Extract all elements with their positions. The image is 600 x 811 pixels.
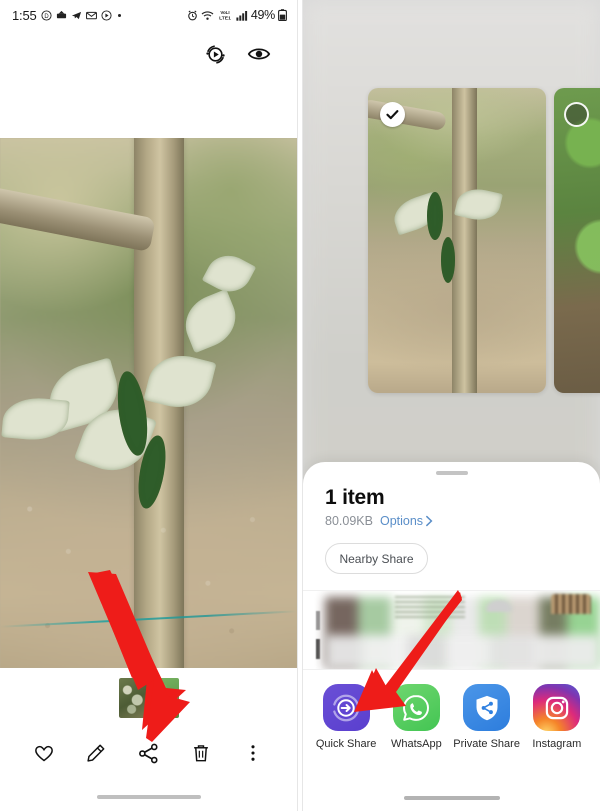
motion-photo-icon[interactable] bbox=[203, 42, 228, 67]
gesture-bar-right bbox=[403, 796, 500, 800]
instagram-label: Instagram bbox=[532, 738, 582, 750]
dnd-icon: D bbox=[40, 9, 52, 21]
preview-photo-1[interactable] bbox=[368, 88, 546, 393]
volte-label: VoLI LTE1 bbox=[217, 9, 233, 21]
eye-icon[interactable] bbox=[246, 42, 271, 67]
chevron-right-icon bbox=[426, 515, 433, 527]
play-circle-icon bbox=[100, 9, 112, 21]
status-bar-clock: 1:55 bbox=[12, 7, 37, 23]
private-share-icon bbox=[463, 684, 511, 731]
delete-button[interactable] bbox=[186, 738, 216, 768]
signal-bars-icon bbox=[236, 10, 248, 21]
share-target-quick-share[interactable]: Quick Share bbox=[313, 684, 379, 768]
options-label: Options bbox=[379, 514, 424, 528]
gesture-bar-left bbox=[96, 795, 201, 799]
contacts-side-marks bbox=[316, 611, 320, 659]
right-phone-screen: 1 item 80.09KB Options Nearby Share Quic… bbox=[303, 0, 600, 811]
photo-soil-texture bbox=[0, 138, 297, 668]
preview-trunk bbox=[451, 88, 477, 393]
share-button[interactable] bbox=[133, 738, 163, 768]
file-size-label: 80.09KB bbox=[325, 514, 373, 528]
whatsapp-icon bbox=[392, 684, 440, 731]
battery-icon bbox=[278, 9, 287, 21]
options-button[interactable]: Options bbox=[380, 514, 434, 528]
share-sheet: 1 item 80.09KB Options Nearby Share Quic… bbox=[303, 462, 600, 811]
empty-circle-icon[interactable] bbox=[564, 102, 589, 127]
contacts-blurred-text bbox=[395, 596, 465, 620]
instagram-icon bbox=[533, 684, 581, 731]
nearby-share-label: Nearby Share bbox=[339, 551, 414, 566]
status-bar-right: VoLI LTE1 49% bbox=[187, 8, 287, 22]
whatsapp-label: WhatsApp bbox=[391, 738, 442, 750]
contacts-blur-bottom bbox=[325, 635, 600, 669]
blurred-contacts-row[interactable] bbox=[303, 590, 600, 670]
thumbnail-1[interactable] bbox=[116, 676, 149, 720]
contacts-blurred-avatar-a bbox=[481, 596, 517, 612]
thumbnail-2[interactable] bbox=[150, 678, 179, 718]
quick-share-label: Quick Share bbox=[315, 738, 377, 750]
share-sheet-title: 1 item bbox=[325, 486, 385, 509]
share-sheet-subtitle: 80.09KB Options bbox=[303, 510, 600, 528]
battery-percent: 49% bbox=[250, 8, 275, 22]
check-icon[interactable] bbox=[380, 102, 405, 127]
preview-photo-2[interactable] bbox=[554, 88, 600, 393]
status-bar: 1:55 D VoLI LTE1 49% bbox=[0, 0, 297, 30]
wifi-icon bbox=[201, 10, 214, 21]
more-options-button[interactable] bbox=[238, 738, 268, 768]
svg-text:D: D bbox=[44, 13, 48, 19]
screen-record-icon bbox=[56, 10, 67, 21]
viewer-top-bar bbox=[0, 30, 297, 78]
preview-leaf bbox=[426, 191, 443, 241]
bottom-toolbar bbox=[0, 724, 297, 782]
telegram-icon bbox=[71, 10, 82, 21]
contacts-blurred-avatar-b bbox=[551, 594, 591, 614]
share-apps-row: Quick Share WhatsApp Private Share Insta… bbox=[303, 678, 600, 768]
quick-share-icon bbox=[322, 684, 370, 731]
share-target-private-share[interactable]: Private Share bbox=[453, 684, 520, 768]
status-bar-left: 1:55 D bbox=[12, 8, 123, 23]
nearby-share-button[interactable]: Nearby Share bbox=[325, 543, 428, 574]
share-target-instagram[interactable]: Instagram bbox=[524, 684, 590, 768]
dot-icon bbox=[116, 12, 123, 19]
private-share-label: Private Share bbox=[453, 738, 520, 750]
preview-photo-row bbox=[303, 88, 600, 398]
left-phone-screen: 1:55 D VoLI LTE1 49% bbox=[0, 0, 297, 811]
dual-screenshot-container: 1:55 D VoLI LTE1 49% 1 item 80.09KB Opti… bbox=[0, 0, 600, 811]
thumbnail-strip[interactable] bbox=[0, 672, 297, 724]
share-target-whatsapp[interactable]: WhatsApp bbox=[383, 684, 449, 768]
svg-text:LTE1: LTE1 bbox=[219, 15, 231, 21]
favorite-button[interactable] bbox=[29, 738, 59, 768]
svg-text:VoLI: VoLI bbox=[220, 10, 229, 15]
main-photo[interactable] bbox=[0, 138, 297, 668]
preview-photo-2-image bbox=[554, 88, 600, 393]
edit-button[interactable] bbox=[81, 738, 111, 768]
gmail-icon bbox=[85, 10, 97, 21]
alarm-icon bbox=[187, 10, 198, 21]
